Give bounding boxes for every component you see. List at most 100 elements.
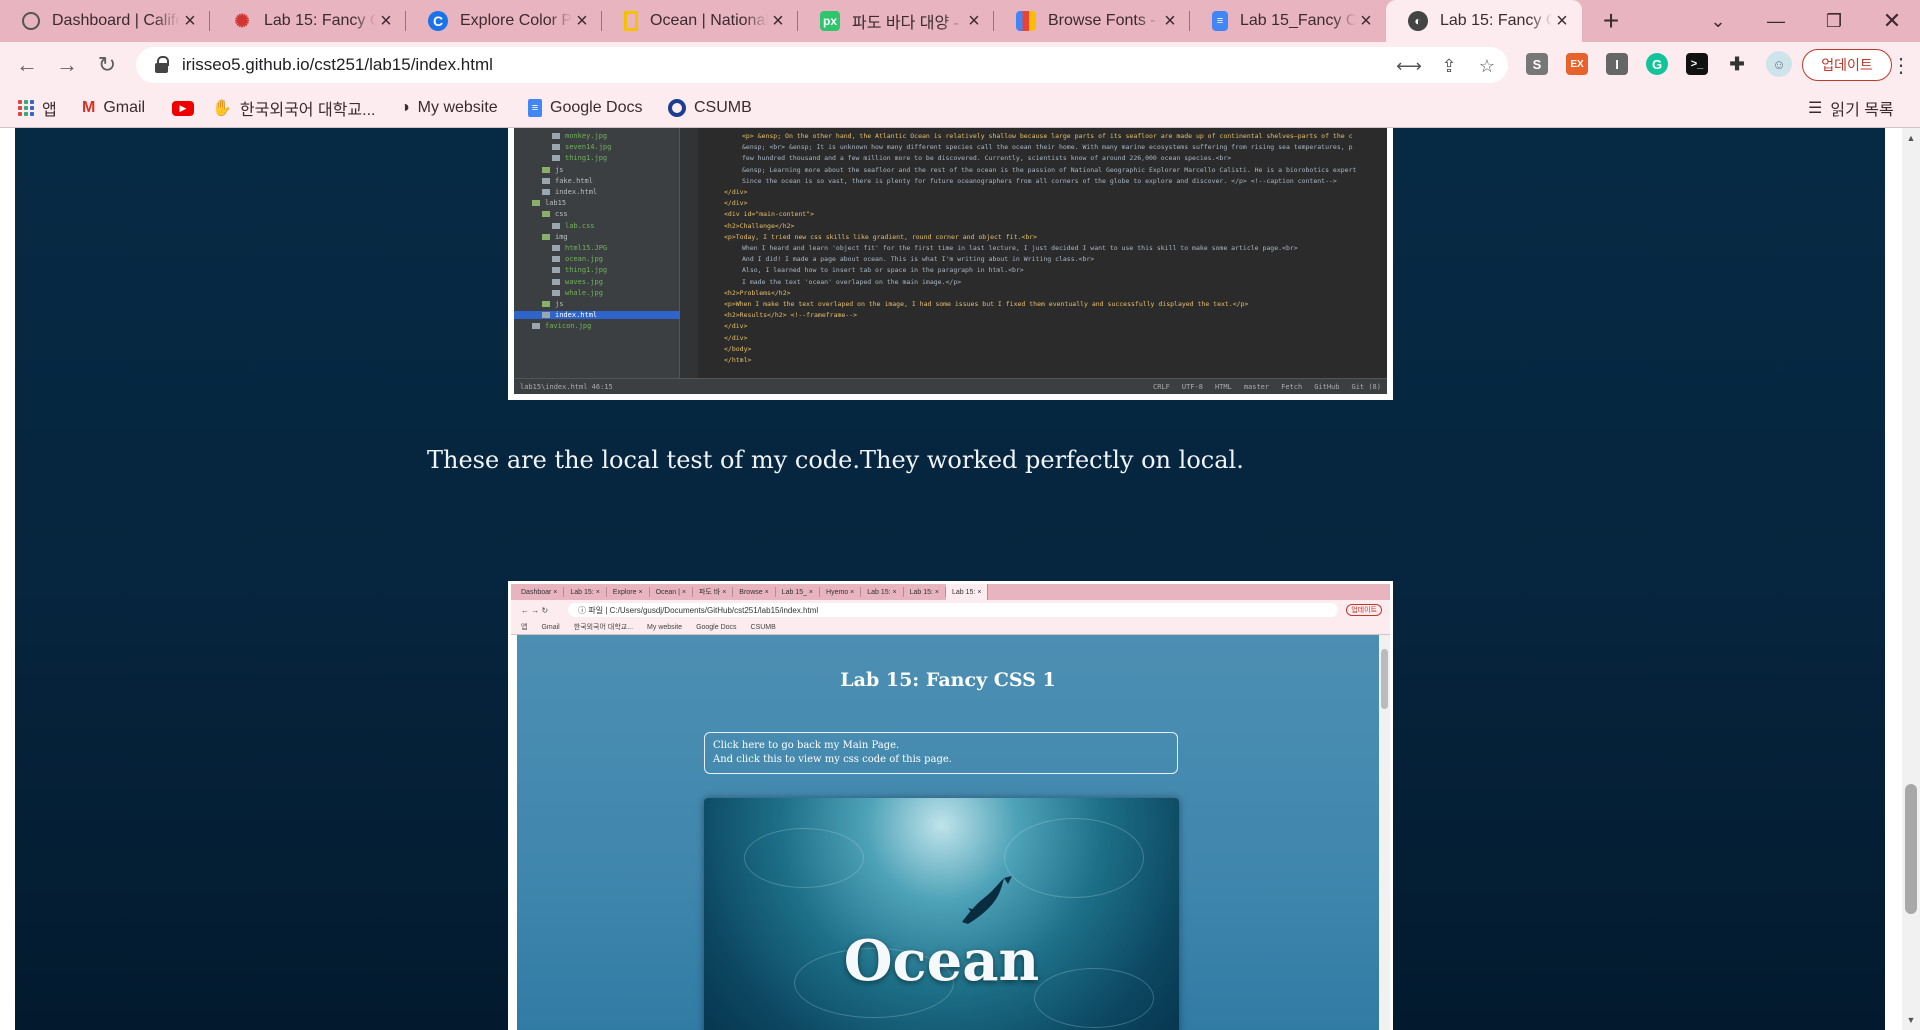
close-icon[interactable]: ×	[180, 10, 200, 33]
folder-icon	[542, 211, 550, 218]
css-code-link: And click this to view my css code of th…	[713, 754, 952, 765]
tree-folder[interactable]: js	[514, 300, 680, 308]
tree-file[interactable]: whale.jpg	[514, 289, 680, 297]
tree-label: favicon.jpg	[545, 322, 592, 331]
close-icon[interactable]: ×	[376, 10, 396, 33]
translate-icon[interactable]: ⟷	[1396, 55, 1422, 77]
extension-s-icon[interactable]: S	[1526, 53, 1548, 75]
bookmark-apps[interactable]: 앱	[18, 88, 57, 128]
tree-file[interactable]: seven14.jpg	[514, 143, 680, 151]
extension-ex-icon[interactable]: EX	[1566, 53, 1588, 75]
tree-file[interactable]: fake.html	[514, 177, 680, 185]
tree-file[interactable]: waves.jpg	[514, 278, 680, 286]
address-bar[interactable]: irisseo5.github.io/cst251/lab15/index.ht…	[136, 47, 1508, 83]
tab-label: 파도 바다 대양 - 무료	[852, 15, 964, 32]
tree-file[interactable]: thing1.jpg	[514, 154, 680, 162]
file-icon	[532, 323, 540, 330]
grammarly-icon[interactable]: G	[1646, 53, 1668, 75]
nested-bookmark: My website	[647, 623, 683, 631]
tab-lab15-active[interactable]: ◐ Lab 15: Fancy CSS ×	[1386, 0, 1582, 42]
maximize-button[interactable]: ❐	[1806, 0, 1862, 42]
caption-text: These are the local test of my code.They…	[427, 446, 1244, 474]
code-line: </div>	[724, 322, 748, 331]
bookmark-gmail[interactable]: M Gmail	[82, 88, 145, 128]
status-item: HTML	[1214, 382, 1232, 391]
lock-icon[interactable]	[154, 56, 170, 74]
tree-label: css	[555, 210, 568, 219]
tree-file[interactable]: lab.css	[514, 222, 680, 230]
tab-search-icon[interactable]: ⌄	[1690, 0, 1746, 42]
profile-avatar[interactable]: ☺	[1766, 51, 1792, 77]
file-icon	[542, 189, 550, 195]
nested-toolbar: ← → ↻ ⓘ 파일 | C:/Users/gusdj/Documents/Gi…	[511, 600, 1390, 620]
code-line: I made the text 'ocean' overlaped on the…	[742, 277, 962, 286]
globe-icon: ◐	[1408, 11, 1428, 31]
bookmark-star-icon[interactable]: ☆	[1476, 55, 1498, 77]
reading-list[interactable]: ☰ 읽기 목록	[1808, 88, 1894, 128]
scrollbar-thumb[interactable]	[1905, 784, 1917, 914]
close-window-button[interactable]: ✕	[1864, 0, 1920, 42]
tab-label: Browse Fonts - Google	[1048, 12, 1160, 29]
tree-folder[interactable]: js	[514, 166, 680, 174]
extension-i-icon[interactable]: I	[1606, 53, 1628, 75]
code-line: </body>	[724, 344, 752, 353]
tab-explore-color[interactable]: C Explore Color Palettes ×	[406, 0, 602, 42]
code-line: Also, I learned how to insert tab or spa…	[742, 266, 1024, 275]
new-tab-button[interactable]: +	[1594, 0, 1628, 42]
tab-pixabay[interactable]: px 파도 바다 대양 - 무료 ×	[798, 0, 994, 42]
nested-tab: Lab 15: ×	[564, 587, 607, 597]
nested-tab: Lab 15_ ×	[776, 587, 821, 597]
bookmark-csumb[interactable]: CSUMB	[668, 88, 752, 128]
file-icon	[552, 133, 560, 139]
tree-folder[interactable]: img	[514, 233, 680, 241]
tree-file[interactable]: monkey.jpg	[514, 132, 680, 140]
bookmark-hufs[interactable]: ✋ 한국외국어 대학교...	[212, 88, 375, 128]
nested-tab: Ocean | ×	[650, 587, 693, 597]
file-icon	[542, 312, 550, 319]
fonts-icon	[1016, 11, 1036, 31]
close-icon[interactable]: ×	[964, 10, 984, 33]
code-line: <h2>Problems</h2>	[724, 288, 791, 297]
tab-lab15-doc[interactable]: ≡ Lab 15_Fancy CSS ×	[1190, 0, 1386, 42]
status-item: Fetch	[1281, 382, 1303, 391]
close-icon[interactable]: ×	[1160, 10, 1180, 33]
tab-dashboard[interactable]: Dashboard | California ×	[0, 0, 210, 42]
tab-ocean-natgeo[interactable]: Ocean | National Geographic ×	[602, 0, 798, 42]
tree-folder[interactable]: css	[514, 210, 680, 218]
tree-file[interactable]: index.html	[514, 188, 680, 196]
globe-icon: ◑	[400, 99, 410, 116]
tab-lab15-fancy-css[interactable]: ✺ Lab 15: Fancy CSS ×	[210, 0, 406, 42]
tree-file[interactable]: thing1.jpg	[514, 266, 680, 274]
close-icon[interactable]: ×	[572, 10, 592, 33]
nested-tab: Explore ×	[607, 587, 650, 597]
gmail-icon: M	[82, 99, 96, 116]
nested-tab: Lab 15: ×	[861, 587, 904, 597]
line-gutter	[680, 128, 698, 378]
url-text: irisseo5.github.io/cst251/lab15/index.ht…	[182, 55, 493, 74]
bookmark-my-website[interactable]: ◑ My website	[400, 88, 498, 128]
extensions-puzzle-icon[interactable]: ✚	[1726, 53, 1748, 75]
menu-kebab-icon[interactable]: ⋮	[1888, 49, 1914, 81]
page-scrollbar[interactable]: ▲ ▼	[1902, 128, 1920, 1030]
minimize-button[interactable]: —	[1748, 0, 1804, 42]
tree-file[interactable]: ocean.jpg	[514, 255, 680, 263]
tree-folder[interactable]: lab15	[514, 199, 680, 207]
tab-browse-fonts[interactable]: Browse Fonts - Google ×	[994, 0, 1190, 42]
tree-file[interactable]: html15.JPG	[514, 244, 680, 252]
terminal-icon[interactable]: >_	[1686, 53, 1708, 75]
scroll-down-arrow-icon[interactable]: ▼	[1902, 1012, 1920, 1028]
forward-button[interactable]: →	[50, 48, 84, 82]
tree-file[interactable]: index.html	[514, 311, 680, 320]
close-icon[interactable]: ×	[1552, 10, 1572, 33]
close-icon[interactable]: ×	[1356, 10, 1376, 33]
tree-file[interactable]: favicon.jpg	[514, 322, 680, 330]
reload-button[interactable]: ↻	[90, 48, 124, 82]
share-icon[interactable]: ⇪	[1438, 55, 1460, 77]
back-button[interactable]: ←	[10, 48, 44, 82]
bookmark-google-docs[interactable]: ≡ Google Docs	[528, 88, 643, 128]
close-icon[interactable]: ×	[768, 10, 788, 33]
update-button[interactable]: 업데이트	[1802, 49, 1892, 81]
bookmark-label: Google Docs	[550, 99, 643, 116]
bookmark-youtube[interactable]: ▶	[172, 88, 202, 128]
scroll-up-arrow-icon[interactable]: ▲	[1902, 130, 1920, 146]
